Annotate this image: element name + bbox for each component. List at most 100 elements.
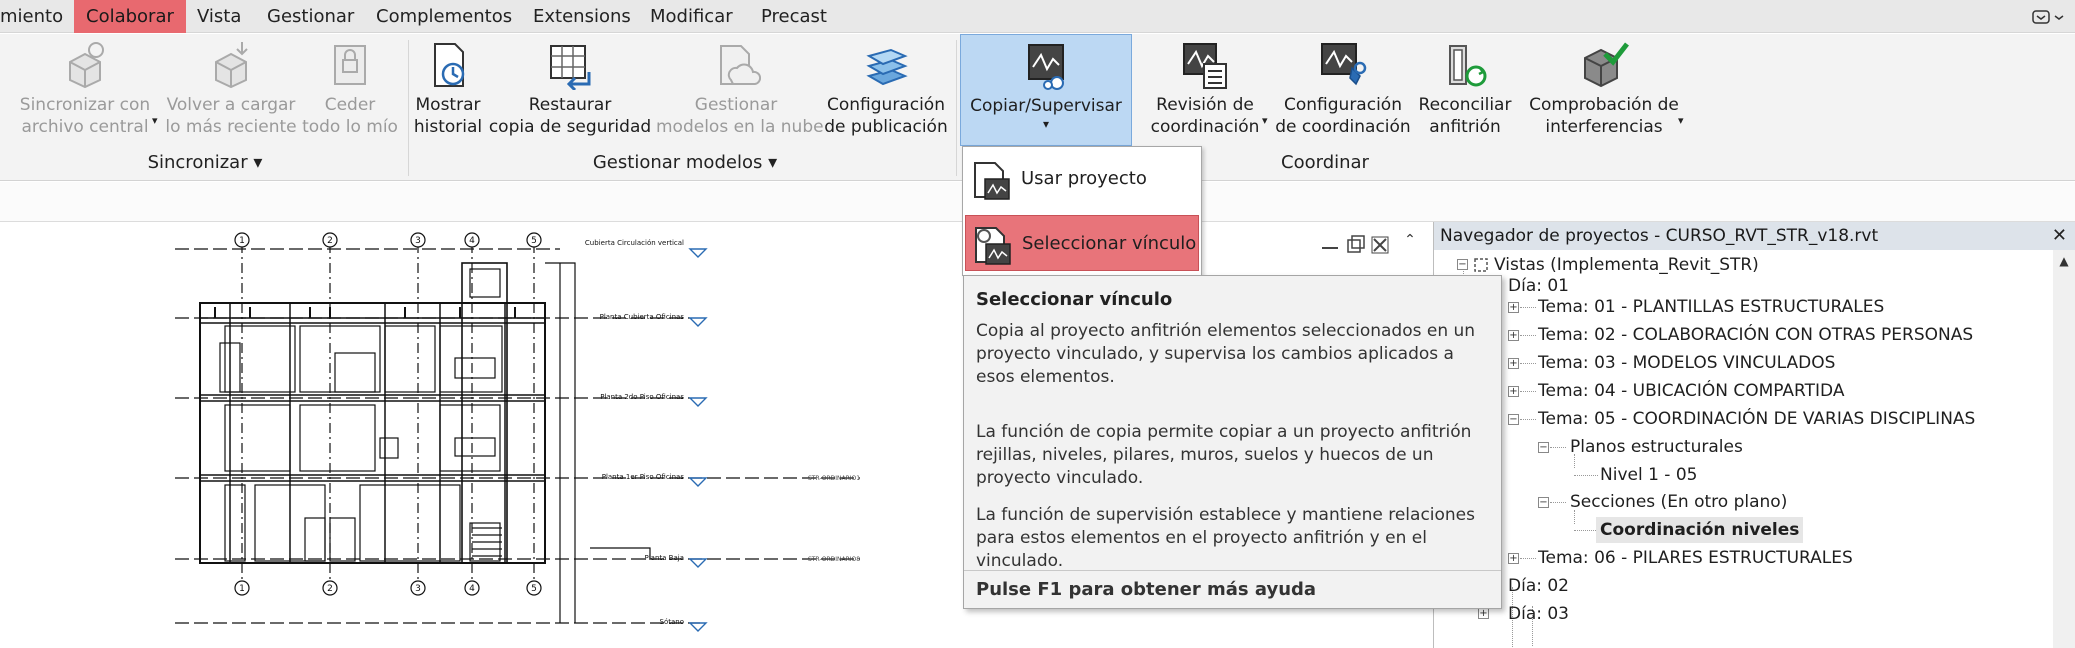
reconcile-host-label-2: anfitrión xyxy=(1429,117,1501,137)
history-icon xyxy=(434,43,465,87)
menu-tab-colaborar[interactable]: Colaborar xyxy=(74,0,186,33)
tree-node-tema-02[interactable]: Tema: 02 - COLABORACIÓN CON OTRAS PERSON… xyxy=(1538,322,1973,348)
close-icon[interactable]: ✕ xyxy=(2052,222,2067,250)
cloud-models-button[interactable]: Gestionar modelos en la nube xyxy=(656,34,824,146)
tree-node-tema-05[interactable]: Tema: 05 - COORDINACIÓN DE VARIAS DISCIP… xyxy=(1538,406,1975,432)
grid-label: 2 xyxy=(327,584,333,594)
project-browser-scrollbar[interactable]: ▲ xyxy=(2053,250,2075,648)
collapse-toggle[interactable]: − xyxy=(1508,414,1519,425)
grid-label: 1 xyxy=(239,236,245,246)
tree-node-structural-plans[interactable]: Planos estructurales xyxy=(1570,434,1743,460)
tooltip: Seleccionar vínculo Copia al proyecto an… xyxy=(963,275,1502,609)
cloud-models-label-1: Gestionar xyxy=(694,95,778,115)
collapse-toggle[interactable]: − xyxy=(1538,442,1549,453)
menu-tab-precast[interactable]: Precast xyxy=(761,0,827,33)
tooltip-description: Copia al proyecto anfitrión elementos se… xyxy=(976,321,1476,387)
group-label-manage-models[interactable]: Gestionar modelos ▾ xyxy=(560,148,810,178)
restore-backup-button[interactable]: Restaurar copia de seguridad xyxy=(488,34,652,146)
use-current-project-item[interactable]: Usar proyecto actual xyxy=(965,151,1199,245)
menu-tab-modificar[interactable]: Modificar xyxy=(650,0,733,33)
reload-latest-button[interactable]: Volver a cargar lo más reciente xyxy=(164,34,298,146)
coordination-settings-button[interactable]: Configuración de coordinación xyxy=(1272,34,1414,146)
interference-check-label-1: Comprobación de xyxy=(1529,95,1679,115)
menu-tab-gestionar[interactable]: Gestionar xyxy=(267,0,354,33)
ribbon-minimize-icon xyxy=(2032,10,2064,24)
project-browser: Navegador de proyectos - CURSO_RVT_STR_v… xyxy=(1433,222,2075,648)
ribbon-separator xyxy=(408,40,409,176)
collapse-toggle[interactable]: − xyxy=(1457,259,1468,270)
relinquish-button[interactable]: Ceder todo lo mío xyxy=(300,34,400,146)
expand-toggle[interactable]: + xyxy=(1508,553,1519,564)
sync-central-button[interactable]: Sincronizar con archivo central xyxy=(14,34,156,146)
tree-node-tema-01[interactable]: Tema: 01 - PLANTILLAS ESTRUCTURALES xyxy=(1538,294,1884,320)
expand-toggle[interactable]: + xyxy=(1478,608,1489,619)
group-sync-text: Sincronizar xyxy=(147,152,248,173)
grid-label: 2 xyxy=(327,236,333,246)
expand-toggle[interactable]: + xyxy=(1508,302,1519,313)
restore-backup-icon xyxy=(550,45,591,90)
copy-monitor-label: Copiar/Supervisar xyxy=(970,96,1122,116)
level-label: Sótano xyxy=(660,618,684,626)
chevron-down-icon: ▾ xyxy=(1042,117,1050,131)
views-icon xyxy=(1472,256,1490,274)
expand-toggle[interactable]: + xyxy=(1508,330,1519,341)
collapse-toggle[interactable]: − xyxy=(1538,497,1549,508)
interference-check-label-2: interferencias xyxy=(1545,117,1663,137)
grid-label: 3 xyxy=(415,584,421,594)
publish-settings-button[interactable]: Configuración de publicación xyxy=(820,34,952,146)
expand-toggle[interactable]: + xyxy=(1508,358,1519,369)
tree-node-sections[interactable]: Secciones (En otro plano) xyxy=(1570,489,1787,515)
group-label-sync[interactable]: Sincronizar ▾ xyxy=(130,148,280,178)
show-history-button[interactable]: Mostrar historial xyxy=(412,34,484,146)
interference-check-button[interactable]: Comprobación de interferencias xyxy=(1522,34,1686,146)
copy-monitor-icon xyxy=(1028,44,1064,90)
tree-node-day-02[interactable]: Día: 02 xyxy=(1508,573,1569,599)
tree-node-nivel-1-05[interactable]: Nivel 1 - 05 xyxy=(1600,462,1697,488)
menu-tab-vista[interactable]: Vista xyxy=(197,0,241,33)
menu-tab-extensions[interactable]: Extensions xyxy=(533,0,631,33)
chevron-down-icon[interactable]: ▾ xyxy=(1678,114,1684,127)
menu-tab-complementos[interactable]: Complementos xyxy=(376,0,512,33)
coordination-review-icon xyxy=(1183,43,1227,89)
group-label-coordinate[interactable]: Coordinar xyxy=(1250,148,1400,178)
menu-bar: miento Colaborar Vista Gestionar Complem… xyxy=(0,0,2075,33)
close-icon[interactable] xyxy=(1371,236,1389,254)
coordination-review-button[interactable]: Revisión de coordinación xyxy=(1142,34,1268,146)
reload-latest-label-2: lo más reciente xyxy=(165,117,297,137)
grid-label: 5 xyxy=(531,236,537,246)
select-link-icon xyxy=(975,227,1011,265)
tree-node-tema-03[interactable]: Tema: 03 - MODELOS VINCULADOS xyxy=(1538,350,1835,376)
grid-label: 4 xyxy=(469,584,475,594)
restore-backup-label-1: Restaurar xyxy=(528,95,612,115)
view-window-controls xyxy=(1318,234,1410,256)
menu-tab-truncated[interactable]: miento xyxy=(0,0,63,33)
ribbon-display-toggle[interactable] xyxy=(2031,8,2069,26)
relinquish-label-1: Ceder xyxy=(324,95,376,115)
select-link-item[interactable]: Seleccionar vínculo xyxy=(965,215,1199,271)
reconcile-host-button[interactable]: Reconciliar anfitrión xyxy=(1416,34,1514,146)
expand-toggle[interactable]: + xyxy=(1508,386,1519,397)
relinquish-label-2: todo lo mío xyxy=(302,117,398,137)
level-label: Planta Baja xyxy=(645,554,684,562)
cloud-models-icon xyxy=(720,45,761,85)
sync-central-icon xyxy=(69,42,104,89)
level-tag: STR-ORDINARIO8 xyxy=(808,556,860,563)
chevron-down-icon[interactable]: ▾ xyxy=(1262,114,1268,127)
publish-settings-label-2: de publicación xyxy=(824,117,948,137)
tree-node-day-03[interactable]: Día: 03 xyxy=(1508,601,1569,627)
project-browser-title: Navegador de proyectos - CURSO_RVT_STR_v… xyxy=(1434,222,2075,250)
grid-label: 4 xyxy=(469,236,475,246)
tree-node-tema-06[interactable]: Tema: 06 - PILARES ESTRUCTURALES xyxy=(1538,545,1853,571)
tree-node-coordinacion-niveles[interactable]: Coordinación niveles xyxy=(1596,517,1804,543)
restore-icon[interactable] xyxy=(1347,235,1365,253)
tree-node-tema-04[interactable]: Tema: 04 - UBICACIÓN COMPARTIDA xyxy=(1538,378,1844,404)
tooltip-title: Seleccionar vínculo xyxy=(976,289,1173,310)
scroll-up-icon[interactable]: ⌃ xyxy=(1398,228,1422,252)
publish-settings-label-1: Configuración xyxy=(827,95,945,115)
tooltip-monitor-info: La función de supervisión establece y ma… xyxy=(976,505,1476,571)
scroll-up-icon[interactable]: ▲ xyxy=(2053,250,2075,272)
reconcile-host-label-1: Reconciliar xyxy=(1418,95,1512,115)
level-label: Planta 2do Piso Oficinas xyxy=(600,393,684,401)
copy-monitor-button[interactable]: Copiar/Supervisar ▾ xyxy=(960,34,1132,146)
chevron-down-icon[interactable]: ▾ xyxy=(152,114,158,127)
